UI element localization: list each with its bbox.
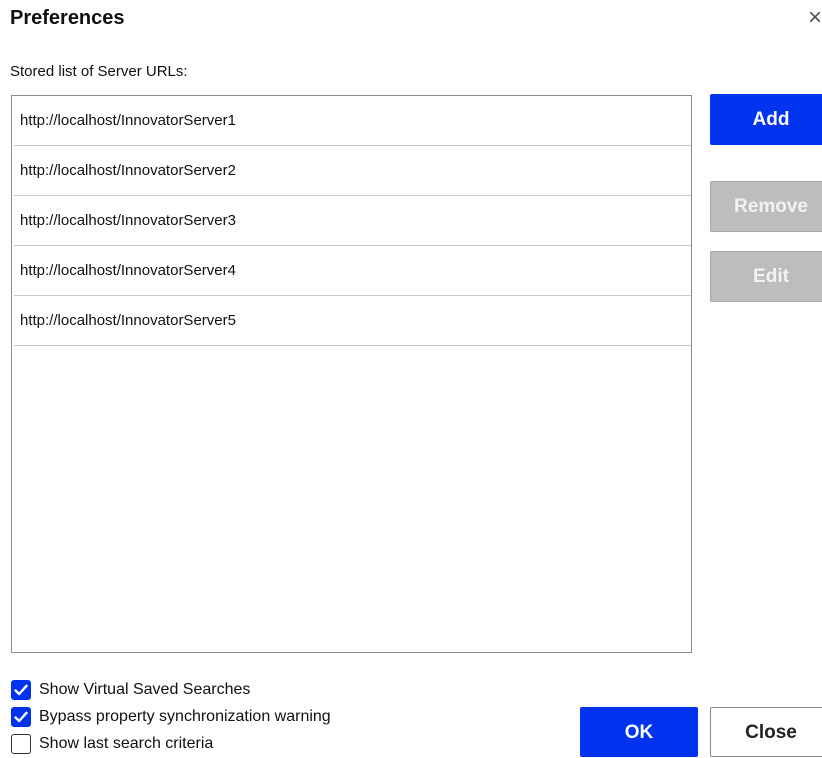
dialog-title: Preferences [10,7,125,29]
add-button[interactable]: Add [710,94,822,145]
server-list-label: Stored list of Server URLs: [10,63,188,80]
ok-button[interactable]: OK [580,707,698,757]
edit-button[interactable]: Edit [710,251,822,302]
server-url-item[interactable]: http://localhost/InnovatorServer5 [14,296,691,346]
close-button[interactable]: Close [710,707,822,757]
checkbox-checked[interactable] [11,707,31,727]
server-url-item[interactable]: http://localhost/InnovatorServer4 [14,246,691,296]
checkmark-icon [14,684,28,696]
server-url-item[interactable]: http://localhost/InnovatorServer2 [14,146,691,196]
remove-button[interactable]: Remove [710,181,822,232]
option-show-last-search-criteria[interactable]: Show last search criteria [11,733,213,755]
option-bypass-sync-warning[interactable]: Bypass property synchronization warning [11,706,331,728]
option-show-virtual-saved-searches[interactable]: Show Virtual Saved Searches [11,679,250,701]
server-url-item[interactable]: http://localhost/InnovatorServer1 [14,96,691,146]
option-label: Show last search criteria [39,735,214,752]
option-label: Bypass property synchronization warning [39,708,331,725]
close-icon[interactable]: × [808,4,822,32]
server-url-list[interactable]: http://localhost/InnovatorServer1 http:/… [11,95,692,653]
server-url-item[interactable]: http://localhost/InnovatorServer3 [14,196,691,246]
option-label: Show Virtual Saved Searches [39,681,251,698]
checkmark-icon [14,711,28,723]
checkbox-unchecked[interactable] [11,734,31,754]
checkbox-checked[interactable] [11,680,31,700]
